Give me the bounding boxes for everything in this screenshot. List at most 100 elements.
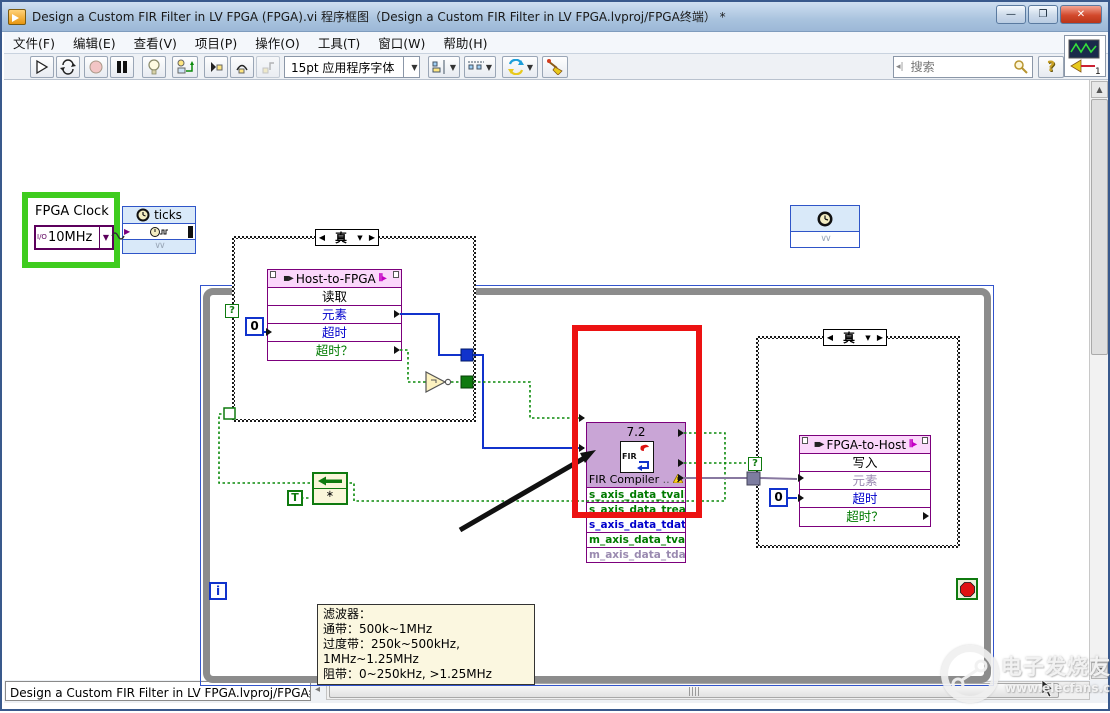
block-diagram[interactable]: FPGA Clock I/O 10MHz ▼ ticks ▶ ∨∨ ∨∨ [4, 80, 1089, 680]
case-left-selector-terminal[interactable]: ? [225, 304, 239, 318]
restore-button[interactable]: ❐ [1028, 5, 1058, 24]
probe-icon [176, 59, 194, 75]
pause-button[interactable] [110, 56, 134, 78]
fifo-timeout-in[interactable]: 超时 [268, 324, 401, 342]
title-bar: Design a Custom FIR Filter in LV FPGA (F… [2, 2, 1108, 32]
search-collapse-handle[interactable]: ◂| [894, 62, 906, 72]
timeout-constant[interactable]: 0 [769, 488, 788, 507]
feedback-node[interactable]: ∗ [312, 472, 348, 505]
vertical-scrollbar[interactable]: ▲ ▼ [1089, 80, 1108, 680]
menu-window[interactable]: 窗口(W) [369, 31, 434, 54]
help-button[interactable]: ? [1038, 56, 1064, 78]
fir-port-s-tdata[interactable]: s_axis_data_tdata [586, 518, 686, 533]
note-line: 通带：500k~1MHz [323, 622, 529, 637]
cleanup-diagram-button[interactable] [542, 56, 568, 78]
grip-icon [689, 687, 699, 696]
menu-view[interactable]: 查看(V) [125, 31, 186, 54]
window-title: Design a Custom FIR Filter in LV FPGA (F… [32, 8, 962, 25]
collapse-chevron-icon[interactable]: ∨∨ [123, 240, 195, 253]
run-continuous-icon [60, 59, 76, 75]
case-right-selector[interactable]: ◀ 真 ▼ ▶ [823, 329, 887, 346]
fifo-timedout-out[interactable]: 超时？ [800, 508, 930, 526]
step-over-button[interactable] [230, 56, 254, 78]
fifo-element-out[interactable]: 元素 [268, 306, 401, 324]
prev-case-icon[interactable]: ◀ [824, 333, 836, 342]
labview-vi-icon [8, 9, 26, 25]
prev-case-icon[interactable]: ◀ [316, 233, 328, 242]
scroll-up-button[interactable]: ▲ [1091, 81, 1108, 98]
scroll-down-button[interactable]: ▼ [1091, 662, 1108, 679]
note-line: 阻带：0~250kHz, >1.25MHz [323, 667, 529, 682]
search-icon [1013, 59, 1029, 75]
abort-icon [89, 60, 103, 74]
retain-wire-values-button[interactable] [172, 56, 198, 78]
fifo-timeout-in[interactable]: 超时 [800, 490, 930, 508]
page-corner-icon [802, 437, 808, 444]
align-objects-button[interactable]: ▼ [428, 56, 460, 78]
case-right-selector-terminal[interactable]: ? [748, 457, 762, 471]
run-icon [34, 59, 50, 75]
resize-objects-button[interactable]: ▼ [502, 56, 538, 78]
fifo-method-write[interactable]: 写入 [800, 454, 930, 472]
timeout-constant[interactable]: 0 [245, 317, 264, 336]
timed-loop-output-node[interactable]: ∨∨ [790, 205, 860, 248]
clock-period-icon [149, 226, 169, 238]
search-box[interactable]: ◂| [893, 56, 1033, 78]
true-constant[interactable]: T [287, 490, 303, 506]
vertical-scroll-thumb[interactable] [1091, 99, 1108, 355]
fir-port-m-tdata[interactable]: m_axis_data_tdata [586, 548, 686, 563]
help-icon: ? [1047, 59, 1055, 75]
fifo-element-in[interactable]: 元素 [800, 472, 930, 490]
menu-help[interactable]: 帮助(H) [434, 31, 496, 54]
note-line: 过度带：250k~500kHz, 1MHz~1.25MHz [323, 637, 529, 667]
fpga-clock-label: FPGA Clock [35, 204, 109, 219]
fpga-to-host-fifo-node[interactable]: ▪▸ FPGA-to-Host ⫴▸ 写入 元素 超时 超时？ [799, 435, 931, 527]
next-case-icon[interactable]: ▶ [366, 233, 378, 242]
loop-stop-terminal[interactable] [956, 578, 978, 600]
host-fifo-title: Host-to-FPGA [296, 272, 376, 286]
minimize-button[interactable]: — [996, 5, 1026, 24]
terminal-bar-icon [188, 226, 193, 238]
menu-tools[interactable]: 工具(T) [309, 31, 369, 54]
menu-operate[interactable]: 操作(O) [246, 31, 309, 54]
vi-hierarchy-icon[interactable]: 1 [1064, 35, 1106, 77]
loop-iteration-terminal[interactable]: i [209, 582, 227, 600]
clock-icon [136, 208, 150, 222]
chevron-down-icon[interactable]: ▼ [862, 334, 874, 342]
note-line: 滤波器： [323, 607, 529, 622]
fifo-method-read[interactable]: 读取 [268, 288, 401, 306]
clock-icon [817, 211, 833, 227]
menu-project[interactable]: 项目(P) [186, 31, 246, 54]
menu-edit[interactable]: 编辑(E) [64, 31, 125, 54]
step-out-button[interactable] [256, 56, 280, 78]
step-into-button[interactable] [204, 56, 228, 78]
abort-button[interactable] [84, 56, 108, 78]
run-button[interactable] [30, 56, 54, 78]
comment-note[interactable]: 滤波器： 通带：500k~1MHz 过度带：250k~500kHz, 1MHz~… [317, 604, 535, 685]
close-button[interactable]: ✕ [1060, 5, 1102, 24]
run-continuous-button[interactable] [56, 56, 80, 78]
ticks-label: ticks [154, 208, 182, 222]
font-selector[interactable]: 15pt 应用程序字体 ▼ [284, 56, 420, 78]
distribute-objects-button[interactable]: ▼ [464, 56, 496, 78]
step-into-icon [209, 60, 223, 74]
case-left-selector-label: 真 [328, 229, 354, 246]
toolbar: 15pt 应用程序字体 ▼ ▼ ▼ ▼ ◂| ? [4, 54, 1108, 80]
chevron-down-icon[interactable]: ▼ [354, 234, 366, 242]
step-over-icon [235, 60, 249, 74]
chevron-down-icon[interactable]: ▼ [99, 227, 112, 248]
collapse-chevron-icon[interactable]: ∨∨ [791, 232, 859, 247]
fifo-timedout-out[interactable]: 超时？ [268, 342, 401, 360]
next-case-icon[interactable]: ▶ [874, 333, 886, 342]
highlight-execution-button[interactable] [142, 56, 166, 78]
chevron-down-icon: ▼ [403, 57, 419, 77]
case-left-selector[interactable]: ◀ 真 ▼ ▶ [315, 229, 379, 246]
fir-port-m-tvalid[interactable]: m_axis_data_tvalid [586, 533, 686, 548]
fifo-out-icon: ⫴▸ [379, 273, 386, 284]
host-to-fpga-fifo-node[interactable]: ▪▸ Host-to-FPGA ⫴▸ 读取 元素 超时 超时？ [267, 269, 402, 361]
menu-file[interactable]: 文件(F) [4, 31, 64, 54]
search-input[interactable] [906, 60, 1013, 74]
red-highlight-box [572, 325, 702, 518]
fpga-clock-control[interactable]: I/O 10MHz ▼ [34, 225, 114, 250]
timed-loop-input-node[interactable]: ticks ▶ ∨∨ [122, 206, 196, 254]
